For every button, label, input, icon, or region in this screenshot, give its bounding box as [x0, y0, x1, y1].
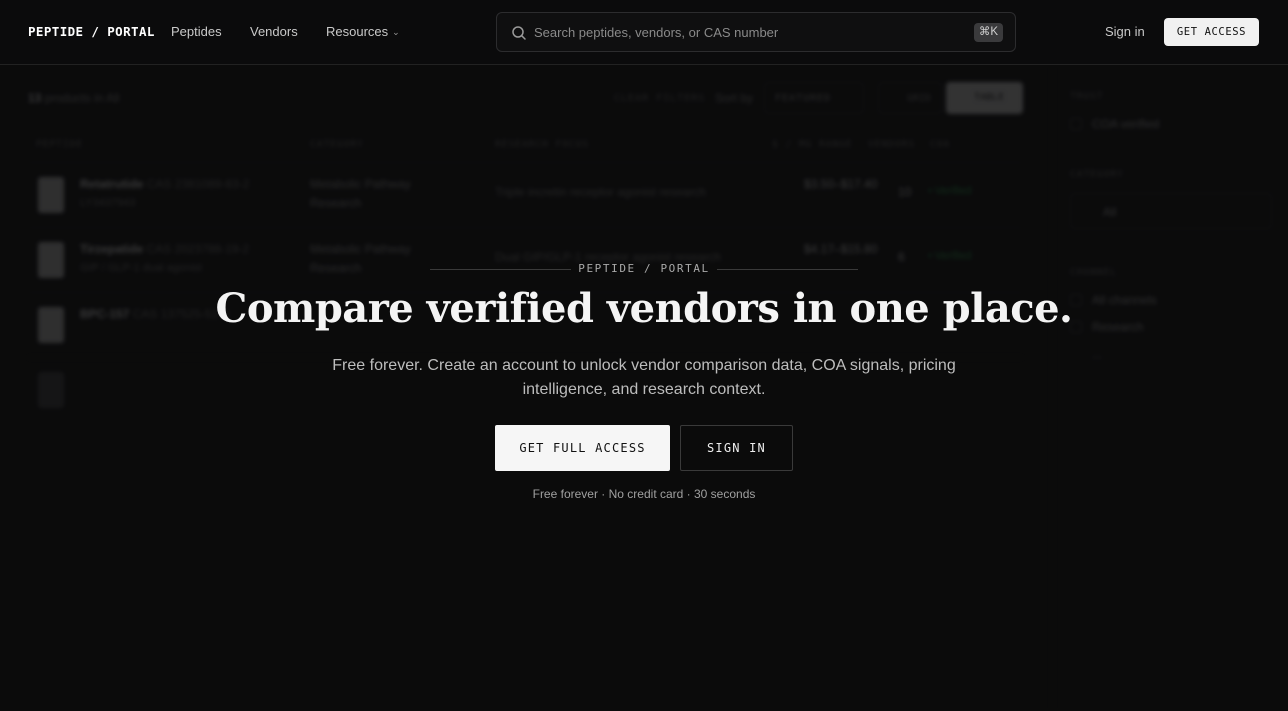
get-full-access-button[interactable]: GET FULL ACCESS — [495, 425, 670, 471]
gate-eyebrow-text: PEPTIDE / PORTAL — [578, 262, 710, 275]
nav-resources-label: Resources — [326, 24, 389, 39]
search-placeholder: Search peptides, vendors, or CAS number — [534, 25, 779, 40]
search-icon — [512, 26, 526, 40]
chevron-down-icon: ⌄ — [392, 27, 400, 37]
search-input[interactable]: Search peptides, vendors, or CAS number … — [496, 12, 1016, 52]
nav-resources[interactable]: Resources ⌄ — [326, 24, 400, 39]
top-navbar: PEPTIDE / PORTAL Peptides Vendors Resour… — [0, 0, 1288, 65]
search-shortcut-badge: ⌘K — [973, 23, 1003, 42]
brand-logo[interactable]: PEPTIDE / PORTAL — [28, 24, 155, 39]
nav-peptides[interactable]: Peptides — [171, 24, 222, 39]
gate-subtext: Free forever. Create an account to unloc… — [332, 357, 956, 398]
sign-in-button[interactable]: SIGN IN — [680, 425, 793, 471]
gate-eyebrow: PEPTIDE / PORTAL — [430, 261, 858, 277]
get-access-button[interactable]: GET ACCESS — [1164, 18, 1259, 46]
sign-in-link[interactable]: Sign in — [1105, 24, 1145, 39]
gate-footnote: Free forever · No credit card · 30 secon… — [532, 487, 756, 501]
gate-headline: Compare verified vendors in one place. — [215, 285, 1073, 332]
nav-vendors[interactable]: Vendors — [250, 24, 298, 39]
